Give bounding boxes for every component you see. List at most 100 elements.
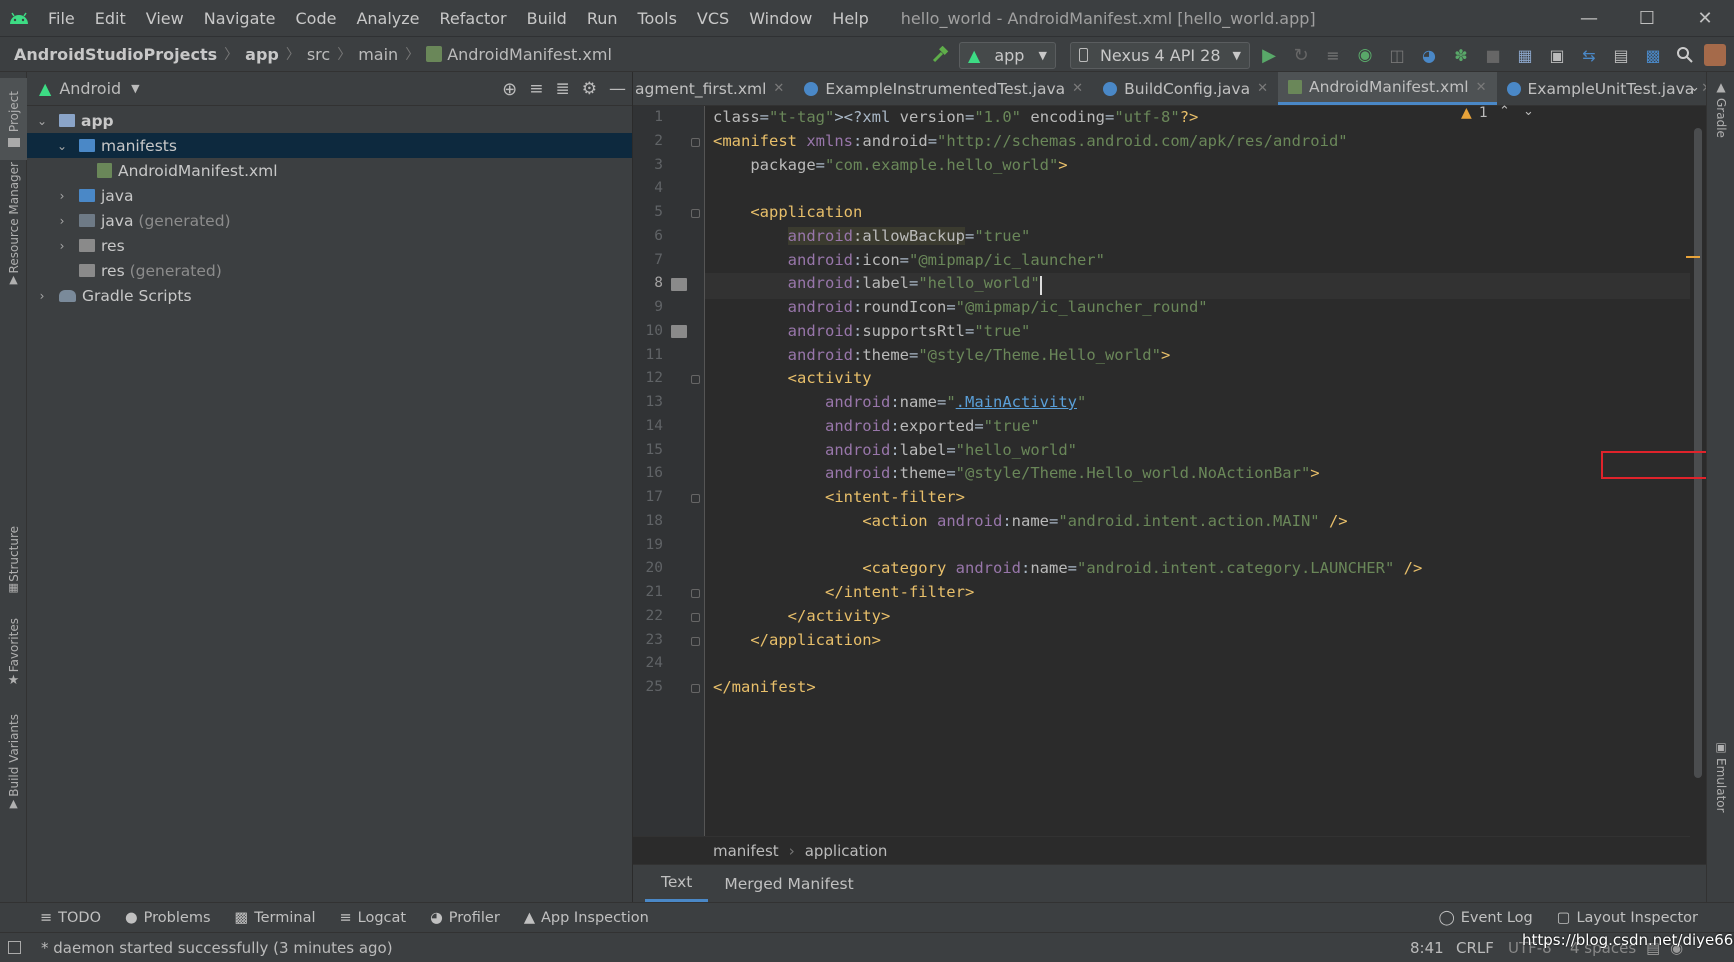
tab-text[interactable]: Text xyxy=(645,865,709,902)
menu-window[interactable]: Window xyxy=(739,9,822,28)
expand-all-icon[interactable]: ≡ xyxy=(529,79,543,99)
xml-crumb-application[interactable]: application xyxy=(805,842,888,860)
stop-icon[interactable]: ■ xyxy=(1480,42,1506,68)
gear-icon[interactable]: ⚙ xyxy=(582,79,597,99)
tool-window-todo[interactable]: ≡ TODO xyxy=(40,910,101,926)
sdk-manager-icon[interactable]: ▩ xyxy=(1640,42,1666,68)
run-config-dropdown[interactable]: ▲ app ▼ xyxy=(959,41,1056,69)
menu-refactor[interactable]: Refactor xyxy=(430,9,517,28)
tool-tab-resource-manager[interactable]: Resource Manager ▲ xyxy=(0,158,27,290)
tool-tab-project[interactable]: Project xyxy=(0,78,27,160)
code-line[interactable]: class="t-tag"><?xml version="1.0" encodi… xyxy=(713,108,1198,126)
close-tab-icon[interactable]: ✕ xyxy=(1257,81,1268,96)
chevron-down-icon[interactable]: ⌄ xyxy=(35,114,49,128)
menu-help[interactable]: Help xyxy=(822,9,878,28)
hammer-icon[interactable] xyxy=(927,42,953,68)
menu-analyze[interactable]: Analyze xyxy=(346,9,429,28)
menu-tools[interactable]: Tools xyxy=(628,9,687,28)
tree-item-androidmanifest[interactable]: AndroidManifest.xml xyxy=(27,158,632,183)
line-separator[interactable]: CRLF xyxy=(1456,939,1494,957)
debug-icon[interactable]: ◉ xyxy=(1352,42,1378,68)
code-line[interactable]: android:supportsRtl="true" xyxy=(713,322,1031,340)
tab-fragment-first[interactable]: agment_first.xml ✕ xyxy=(633,72,794,105)
code-line[interactable]: </activity> xyxy=(713,607,891,625)
code-line[interactable]: android:allowBackup="true" xyxy=(713,226,1030,245)
breadcrumb-app[interactable]: app xyxy=(245,45,279,64)
tab-merged-manifest[interactable]: Merged Manifest xyxy=(708,865,869,902)
chevron-right-icon[interactable]: › xyxy=(35,289,49,303)
caret-position[interactable]: 8:41 xyxy=(1410,939,1444,957)
code-line[interactable]: android:label="hello_world" xyxy=(713,441,1077,459)
tool-window-profiler[interactable]: ◕ Profiler xyxy=(430,910,500,926)
code-line[interactable]: android:exported="true" xyxy=(713,417,1040,435)
run-icon[interactable]: ▶ xyxy=(1256,42,1282,68)
avatar[interactable] xyxy=(1704,44,1726,66)
chevron-right-icon[interactable]: › xyxy=(55,189,69,203)
device-dropdown[interactable]: Nexus 4 API 28 ▼ xyxy=(1069,41,1250,69)
collapse-all-icon[interactable]: ≣ xyxy=(556,79,570,99)
menu-edit[interactable]: Edit xyxy=(85,9,136,28)
tree-item-res[interactable]: › res xyxy=(27,233,632,258)
code-line[interactable]: </manifest> xyxy=(713,678,816,696)
chevron-down-icon[interactable]: ⌄ xyxy=(55,139,69,153)
locate-icon[interactable]: ⊕ xyxy=(502,79,517,100)
tool-tab-gradle[interactable]: ▲ Gradle xyxy=(1707,80,1734,150)
tool-tab-build-variants[interactable]: Build Variants ▲ xyxy=(0,712,27,812)
code-line[interactable]: </application> xyxy=(713,631,881,649)
status-toggle-icon[interactable] xyxy=(8,941,21,954)
code-area[interactable]: class="t-tag"><?xml version="1.0" encodi… xyxy=(633,106,1693,836)
warning-stripe-marker[interactable] xyxy=(1686,256,1700,258)
code-line[interactable]: android:icon="@mipmap/ic_launcher" xyxy=(713,251,1105,269)
avd-manager-icon[interactable]: ▣ xyxy=(1544,42,1570,68)
tree-item-java[interactable]: › java xyxy=(27,183,632,208)
tool-window-event-log[interactable]: ◯ Event Log xyxy=(1438,910,1532,926)
menu-navigate[interactable]: Navigate xyxy=(194,9,286,28)
chevron-down-icon[interactable]: ▼ xyxy=(131,82,139,95)
breadcrumb-src[interactable]: src xyxy=(307,45,330,64)
project-view-dropdown[interactable]: Android xyxy=(59,79,121,98)
menu-build[interactable]: Build xyxy=(517,9,577,28)
tree-item-app[interactable]: ⌄ app xyxy=(27,108,632,133)
warning-icon[interactable]: ▲ xyxy=(1461,105,1472,121)
profile-icon[interactable]: ◕ xyxy=(1416,42,1442,68)
code-line[interactable]: android:theme="@style/Theme.Hello_world.… xyxy=(713,464,1320,482)
hide-panel-icon[interactable]: — xyxy=(609,79,626,99)
code-line[interactable]: <category android:name="android.intent.c… xyxy=(713,559,1422,577)
menu-code[interactable]: Code xyxy=(286,9,347,28)
sync-gradle-icon[interactable]: ⇆ xyxy=(1576,42,1602,68)
tool-window-terminal[interactable]: ▩ Terminal xyxy=(235,910,316,926)
tool-tab-structure[interactable]: Structure ▦ xyxy=(0,524,27,596)
close-tab-icon[interactable]: ✕ xyxy=(773,81,784,96)
tool-window-app-inspection[interactable]: ▲ App Inspection xyxy=(524,910,649,926)
tab-example-instrumented-test[interactable]: ExampleInstrumentedTest.java ✕ xyxy=(794,72,1093,105)
minimize-icon[interactable]: — xyxy=(1560,0,1618,36)
menu-run[interactable]: Run xyxy=(577,9,628,28)
prev-highlight-icon[interactable]: ⌃ xyxy=(1499,104,1510,119)
chevron-right-icon[interactable]: › xyxy=(55,214,69,228)
menu-vcs[interactable]: VCS xyxy=(687,9,739,28)
close-tab-icon[interactable]: ✕ xyxy=(1072,81,1083,96)
tab-list-chevron-icon[interactable]: ⌄ xyxy=(1689,80,1700,95)
breadcrumb-main[interactable]: main xyxy=(358,45,398,64)
tree-item-manifests[interactable]: ⌄ manifests xyxy=(27,133,632,158)
code-line[interactable]: <intent-filter> xyxy=(713,488,965,506)
code-line[interactable]: </intent-filter> xyxy=(713,583,974,601)
project-structure-icon[interactable]: ▦ xyxy=(1512,42,1538,68)
coverage-icon[interactable]: ◫ xyxy=(1384,42,1410,68)
close-icon[interactable]: ✕ xyxy=(1676,0,1734,36)
device-manager-icon[interactable]: ▤ xyxy=(1608,42,1634,68)
rerun-icon[interactable]: ↻ xyxy=(1288,42,1314,68)
attach-debugger-icon[interactable]: ✽ xyxy=(1448,42,1474,68)
tool-tab-favorites[interactable]: Favorites ★ xyxy=(0,617,27,689)
search-icon[interactable] xyxy=(1672,42,1698,68)
code-line[interactable]: android:name=".MainActivity" xyxy=(713,393,1086,411)
tab-example-unit-test[interactable]: ExampleUnitTest.java ✕ xyxy=(1497,72,1706,105)
tree-item-java-generated[interactable]: › java (generated) xyxy=(27,208,632,233)
tab-androidmanifest[interactable]: AndroidManifest.xml ✕ xyxy=(1278,72,1497,105)
chevron-right-icon[interactable]: › xyxy=(55,239,69,253)
code-line[interactable]: <application xyxy=(713,203,862,221)
tree-item-gradle-scripts[interactable]: › Gradle Scripts xyxy=(27,283,632,308)
status-message[interactable]: * daemon started successfully (3 minutes… xyxy=(41,939,393,957)
code-line[interactable]: <action android:name="android.intent.act… xyxy=(713,512,1347,530)
code-line[interactable]: android:label="hello_world" xyxy=(713,274,1040,292)
